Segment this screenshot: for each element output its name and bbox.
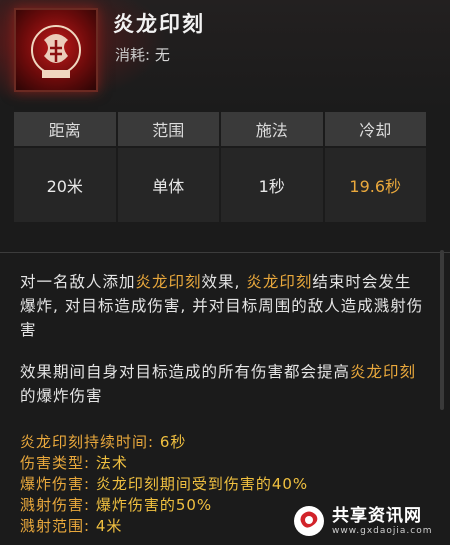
stat-range: 范围 单体 — [117, 112, 219, 222]
detail-row: 溅射范围: 4米 — [20, 516, 308, 537]
skill-description: 对一名敌人添加炎龙印刻效果, 炎龙印刻结束时会发生爆炸, 对目标造成伤害, 并对… — [20, 270, 425, 408]
scrollbar[interactable] — [440, 250, 444, 410]
stat-cast: 施法 1秒 — [221, 112, 323, 222]
detail-row: 炎龙印刻持续时间: 6秒 — [20, 432, 308, 453]
desc-text: 效果, — [201, 273, 247, 291]
cost-value: 无 — [154, 46, 170, 64]
stat-header: 施法 — [221, 112, 323, 146]
detail-row: 伤害类型: 法术 — [20, 453, 308, 474]
watermark-text: 共享资讯网 www.gxdaojia.com — [332, 506, 433, 536]
skill-title: 炎龙印刻 — [113, 12, 205, 36]
skill-cost: 消耗: 无 — [115, 44, 170, 65]
watermark: 共享资讯网 www.gxdaojia.com — [292, 501, 442, 541]
cost-label: 消耗: — [115, 46, 151, 64]
stat-header: 范围 — [117, 112, 219, 146]
detail-key: 爆炸伤害: — [20, 475, 91, 493]
detail-key: 炎龙印刻持续时间: — [20, 433, 155, 451]
stat-value: 1秒 — [221, 148, 323, 222]
description-paragraph: 效果期间自身对目标造成的所有伤害都会提高炎龙印刻的爆炸伤害 — [20, 360, 425, 408]
desc-keyword: 炎龙印刻 — [135, 273, 202, 291]
skill-details-list: 炎龙印刻持续时间: 6秒 伤害类型: 法术 爆炸伤害: 炎龙印刻期间受到伤害的4… — [20, 432, 308, 537]
stat-value: 19.6秒 — [324, 148, 426, 222]
watermark-subtitle: www.gxdaojia.com — [332, 526, 433, 536]
stat-distance: 距离 20米 — [14, 112, 116, 222]
desc-text: 效果期间自身对目标造成的所有伤害都会提高 — [20, 363, 351, 381]
desc-text: 对一名敌人添加 — [20, 273, 136, 291]
desc-text: 的爆炸伤害 — [20, 387, 103, 405]
stat-header: 冷却 — [324, 112, 426, 146]
detail-value: 法术 — [90, 454, 128, 472]
detail-key: 伤害类型: — [20, 454, 91, 472]
detail-value: 6秒 — [154, 433, 187, 451]
detail-value: 4米 — [90, 517, 123, 535]
detail-row: 溅射伤害: 爆炸伤害的50% — [20, 495, 308, 516]
skill-stats-table: 距离 20米 范围 单体 施法 1秒 冷却 19.6秒 — [14, 112, 426, 222]
desc-keyword: 炎龙印刻 — [246, 273, 313, 291]
detail-value: 爆炸伤害的50% — [90, 496, 213, 514]
dragon-seal-skill-icon — [14, 8, 98, 92]
stat-cooldown: 冷却 19.6秒 — [324, 112, 426, 222]
detail-value: 炎龙印刻期间受到伤害的40% — [90, 475, 309, 493]
stat-header: 距离 — [14, 112, 116, 146]
watermark-title: 共享资讯网 — [332, 506, 422, 526]
detail-key: 溅射范围: — [20, 517, 91, 535]
detail-key: 溅射伤害: — [20, 496, 91, 514]
description-paragraph: 对一名敌人添加炎龙印刻效果, 炎龙印刻结束时会发生爆炸, 对目标造成伤害, 并对… — [20, 270, 425, 342]
stat-value: 单体 — [117, 148, 219, 222]
watermark-logo-icon — [292, 504, 326, 538]
section-divider — [0, 252, 450, 253]
stat-value: 20米 — [14, 148, 116, 222]
detail-row: 爆炸伤害: 炎龙印刻期间受到伤害的40% — [20, 474, 308, 495]
desc-keyword: 炎龙印刻 — [350, 363, 417, 381]
